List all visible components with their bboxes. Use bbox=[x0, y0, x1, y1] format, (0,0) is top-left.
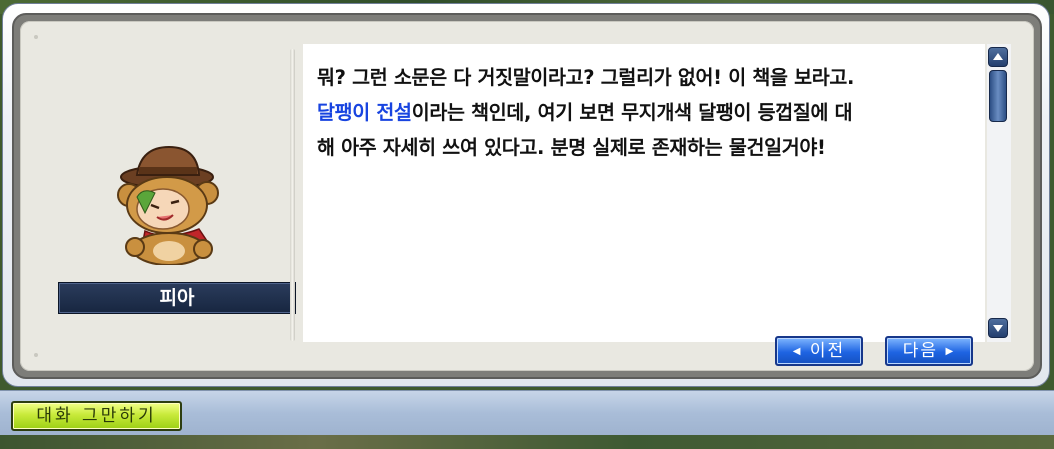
next-button[interactable]: 다음 ▶ bbox=[885, 336, 973, 366]
scroll-up-button[interactable] bbox=[988, 47, 1008, 67]
arrow-up-icon bbox=[993, 53, 1003, 60]
scroll-thumb[interactable] bbox=[989, 70, 1007, 122]
end-chat-button[interactable]: 대화 그만하기 bbox=[11, 401, 182, 431]
book-title-highlight: 달팽이 전설 bbox=[317, 101, 412, 124]
panel-rivet bbox=[34, 35, 38, 39]
prev-button-label: 이전 bbox=[809, 341, 846, 361]
arrow-down-icon bbox=[993, 325, 1003, 332]
npc-portrait-icon bbox=[115, 143, 223, 266]
dialog-bottom-bar: 대화 그만하기 bbox=[0, 390, 1054, 435]
dialogue-line-3: 해 아주 자세히 쓰여 있다고. 분명 실제로 존재하는 물건일거야! bbox=[317, 136, 826, 159]
scroll-down-button[interactable] bbox=[988, 318, 1008, 338]
dialogue-line-2: 이라는 책인데, 여기 보면 무지개색 달팽이 등껍질에 대 bbox=[411, 101, 853, 124]
npc-nameplate: 피아 bbox=[58, 282, 296, 314]
arrow-right-icon: ▶ bbox=[945, 346, 956, 357]
dialogue-line-1: 뭐? 그런 소문은 다 거짓말이라고? 그럴리가 없어! 이 책을 보라고. bbox=[317, 66, 855, 89]
panel-divider bbox=[290, 49, 295, 341]
dialogue-textbox: 뭐? 그런 소문은 다 거짓말이라고? 그럴리가 없어! 이 책을 보라고. 달… bbox=[303, 44, 985, 366]
dialogue-text: 뭐? 그런 소문은 다 거짓말이라고? 그럴리가 없어! 이 책을 보라고. 달… bbox=[317, 60, 977, 165]
game-background-bottom bbox=[0, 434, 1054, 449]
prev-button[interactable]: ◀ 이전 bbox=[775, 336, 863, 366]
arrow-left-icon: ◀ bbox=[792, 346, 803, 357]
dialogue-scrollbar[interactable] bbox=[987, 44, 1011, 342]
panel-rivet bbox=[34, 353, 38, 357]
next-button-label: 다음 bbox=[902, 341, 939, 361]
